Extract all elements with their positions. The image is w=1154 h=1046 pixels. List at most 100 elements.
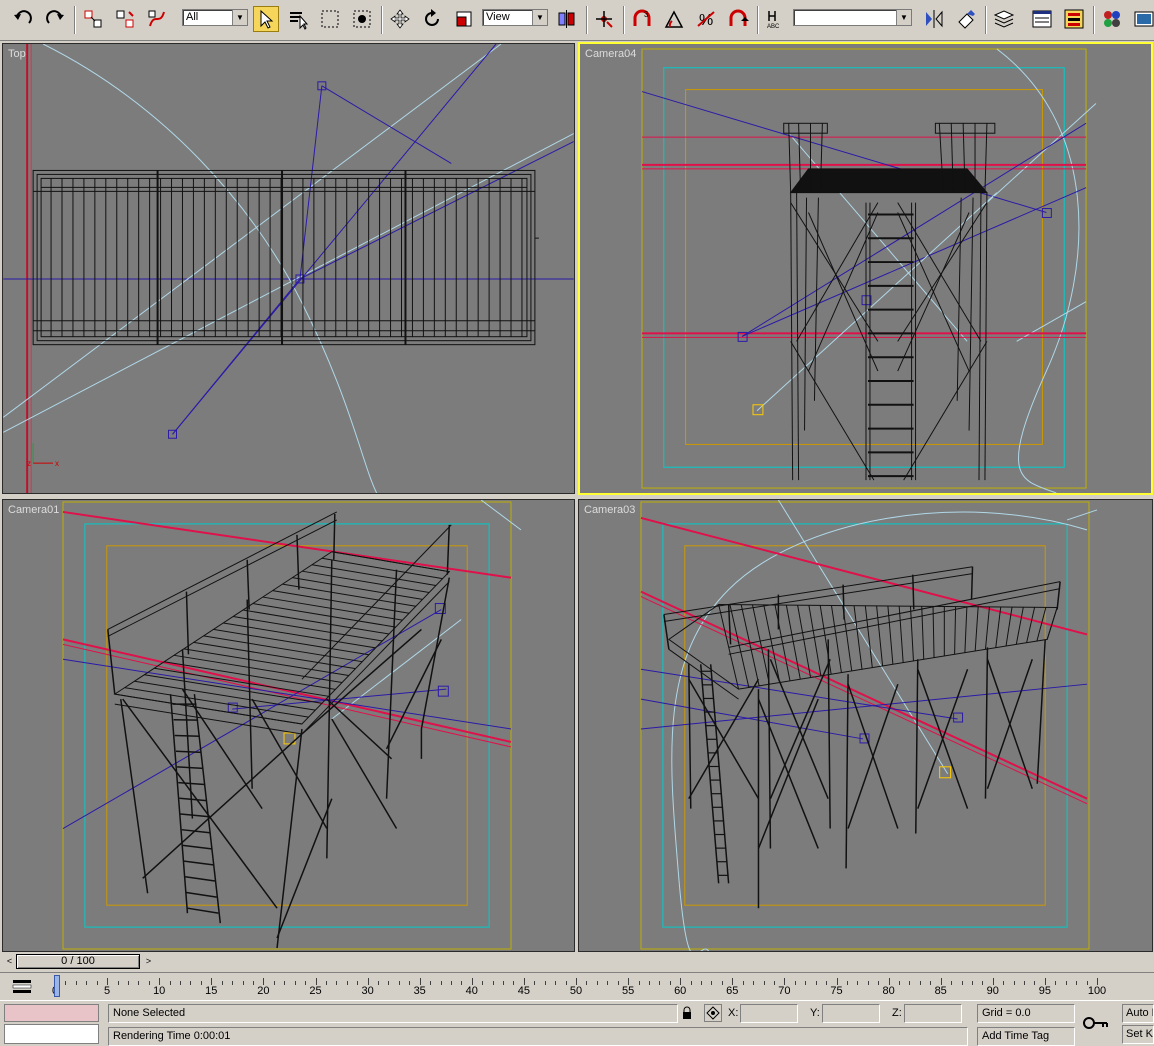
grid-size: Grid = 0.0 (977, 1004, 1075, 1023)
track-bar-tick (513, 981, 514, 985)
track-bar-tick (170, 981, 171, 985)
track-bar-current-frame[interactable] (54, 975, 60, 997)
select-and-rotate-icon[interactable] (419, 6, 445, 32)
angle-snap-icon[interactable] (661, 6, 687, 32)
track-bar-tick (951, 981, 952, 985)
track-bar-tick (274, 981, 275, 985)
track-bar-tick (1024, 981, 1025, 985)
track-bar[interactable]: 0510152025303540455055606570758085909510… (0, 972, 1154, 1001)
maxscript-listener[interactable] (4, 1004, 99, 1022)
track-bar-tick (680, 978, 681, 985)
set-key-button[interactable]: Set K (1122, 1025, 1154, 1044)
select-and-scale-icon[interactable] (451, 6, 477, 32)
select-and-move-icon[interactable] (387, 6, 413, 32)
align-icon[interactable] (953, 6, 979, 32)
chevron-down-icon: ▼ (896, 10, 911, 25)
track-bar-frame-label: 75 (830, 985, 842, 997)
curve-editor-icon[interactable] (1029, 6, 1055, 32)
viewport-camera04[interactable]: Camera04 (578, 42, 1153, 495)
chevron-down-icon: ▼ (532, 10, 547, 25)
select-object-icon[interactable] (253, 6, 279, 32)
maxscript-input[interactable] (4, 1024, 99, 1044)
track-bar-tick (451, 981, 452, 985)
track-bar-tick (357, 981, 358, 985)
schematic-view-icon[interactable] (1061, 6, 1087, 32)
time-slider-prev-button[interactable]: < (2, 954, 17, 969)
track-bar-tick (930, 981, 931, 985)
track-bar-tick (659, 981, 660, 985)
viewport-camera01[interactable]: Camera01 (2, 499, 575, 952)
track-bar-tick (149, 981, 150, 985)
selection-filter-value: All (186, 11, 198, 23)
add-time-tag[interactable]: Add Time Tag (977, 1027, 1075, 1046)
bind-to-space-warp-icon[interactable] (144, 6, 170, 32)
time-slider-next-button[interactable]: > (141, 954, 156, 969)
track-bar-tick (857, 981, 858, 985)
track-bar-tick (503, 981, 504, 985)
viewport-label[interactable]: Camera03 (584, 504, 635, 516)
named-selection-dropdown[interactable]: ▼ (793, 9, 912, 26)
track-bar-tick (909, 981, 910, 985)
toolbar-separator (985, 6, 987, 34)
track-bar-tick (993, 978, 994, 985)
x-coord-field[interactable] (740, 1004, 798, 1023)
track-bar-tick (493, 981, 494, 985)
track-bar-frame-label: 80 (882, 985, 894, 997)
key-icon[interactable] (1081, 1013, 1111, 1033)
reference-coord-dropdown[interactable]: View ▼ (482, 9, 548, 26)
toolbar-separator (1093, 6, 1095, 34)
track-bar-tick (409, 981, 410, 985)
material-editor-icon[interactable] (1099, 6, 1125, 32)
track-bar-tick (555, 981, 556, 985)
layer-manager-icon[interactable] (991, 6, 1017, 32)
track-bar-frame-label: 5 (104, 985, 110, 997)
rectangular-selection-icon[interactable] (317, 6, 343, 32)
viewport-camera04-scene (580, 44, 1151, 493)
track-bar-tick (597, 981, 598, 985)
viewport-camera03-scene (579, 500, 1152, 951)
use-pivot-center-icon[interactable] (554, 6, 580, 32)
viewport-camera03[interactable]: Camera03 (578, 499, 1153, 952)
spinner-snap-icon[interactable] (725, 6, 751, 32)
window-crossing-icon[interactable] (349, 6, 375, 32)
time-slider[interactable]: < 0 / 100 > (0, 953, 1154, 971)
render-scene-icon[interactable] (1131, 6, 1154, 32)
track-bar-frame-label: 30 (361, 985, 373, 997)
track-bar-tick (305, 981, 306, 985)
track-bar-tick (711, 981, 712, 985)
select-and-link-icon[interactable] (80, 6, 106, 32)
mirror-icon[interactable] (921, 6, 947, 32)
track-bar-tick (211, 978, 212, 985)
track-bar-menu-icon[interactable] (10, 977, 34, 995)
track-bar-tick (222, 981, 223, 985)
track-bar-frame-label: 60 (674, 985, 686, 997)
z-coord-field[interactable] (904, 1004, 962, 1023)
viewport-label[interactable]: Camera01 (8, 504, 59, 516)
viewport-label[interactable]: Top (8, 48, 26, 60)
select-by-name-icon[interactable] (285, 6, 311, 32)
track-bar-tick (732, 978, 733, 985)
track-bar-tick (701, 981, 702, 985)
absolute-mode-icon[interactable] (704, 1004, 722, 1022)
toolbar-separator (74, 6, 76, 34)
undo-icon[interactable] (10, 6, 36, 32)
viewport-label[interactable]: Camera04 (585, 48, 636, 60)
unlink-selection-icon[interactable] (112, 6, 138, 32)
track-bar-tick (461, 981, 462, 985)
track-bar-tick (524, 978, 525, 985)
track-bar-tick (128, 981, 129, 985)
auto-key-button[interactable]: Auto K (1122, 1004, 1154, 1023)
percent-snap-icon[interactable]: % (693, 6, 719, 32)
select-and-manipulate-icon[interactable] (591, 6, 617, 32)
track-bar-tick (420, 978, 421, 985)
edit-named-selection-icon[interactable]: ABC (762, 6, 788, 32)
snap-3d-icon[interactable]: 3 (629, 6, 655, 32)
viewport-top[interactable]: Top z x (2, 43, 575, 494)
y-coord-field[interactable] (822, 1004, 880, 1023)
lock-icon[interactable] (680, 1006, 694, 1020)
track-bar-tick (670, 981, 671, 985)
selection-filter-dropdown[interactable]: All ▼ (182, 9, 248, 26)
track-bar-ruler[interactable]: 0510152025303540455055606570758085909510… (55, 973, 1109, 1001)
time-slider-thumb[interactable]: 0 / 100 (16, 954, 140, 969)
redo-icon[interactable] (42, 6, 68, 32)
